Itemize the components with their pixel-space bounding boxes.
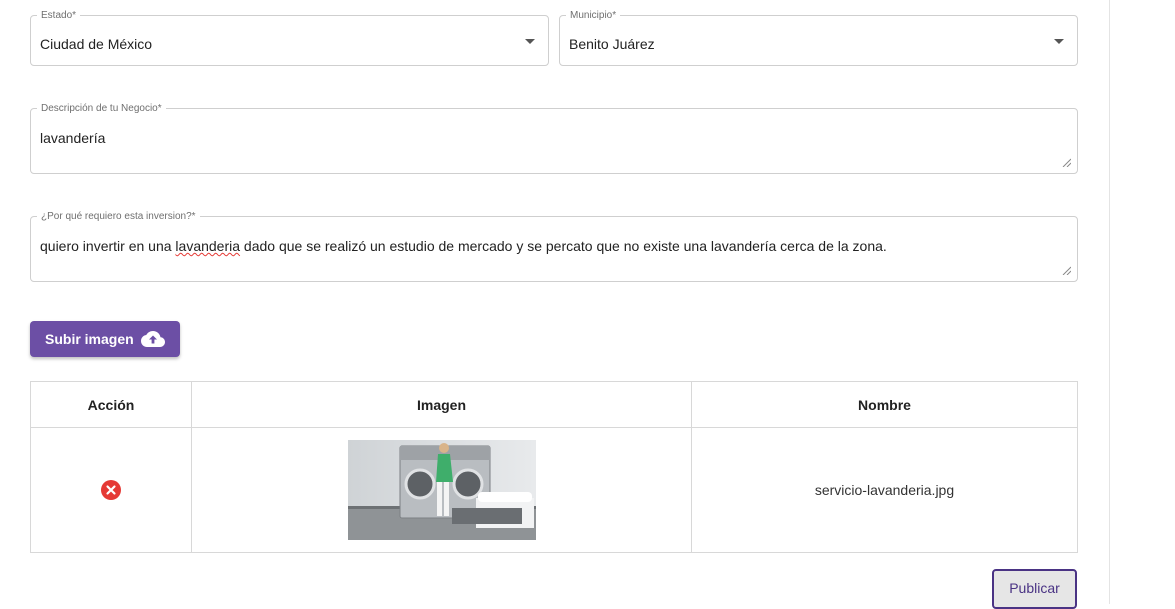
header-nombre: Nombre [691, 381, 1078, 428]
chevron-down-icon[interactable] [525, 39, 535, 44]
razon-text-before: quiero invertir en una [40, 238, 176, 254]
publish-button[interactable]: Publicar [992, 569, 1077, 609]
razon-label: ¿Por qué requiero esta inversion?* [37, 211, 200, 223]
right-divider [1109, 0, 1110, 604]
cell-nombre: servicio-lavanderia.jpg [691, 427, 1078, 553]
header-accion: Acción [30, 381, 192, 428]
chevron-down-icon[interactable] [1054, 39, 1064, 44]
estado-value: Ciudad de México [40, 36, 153, 52]
upload-button-label: Subir imagen [45, 331, 134, 347]
descripcion-value: lavandería [40, 130, 106, 146]
table-header-row: Acción Imagen Nombre [30, 381, 1078, 428]
misspelled-word: lavanderia [175, 238, 241, 254]
estado-label: Estado* [37, 10, 81, 22]
table-row: servicio-lavanderia.jpg [30, 427, 1078, 553]
razon-value: quiero invertir en una lavanderia dado q… [40, 238, 887, 254]
resize-handle-icon[interactable] [1061, 265, 1071, 275]
municipio-select[interactable]: Municipio* Benito Juárez [559, 10, 1078, 66]
delete-icon[interactable] [101, 480, 121, 500]
resize-handle-icon[interactable] [1061, 157, 1071, 167]
cell-accion [30, 427, 192, 553]
header-imagen: Imagen [191, 381, 692, 428]
laundry-photo [347, 440, 536, 540]
cell-imagen [191, 427, 692, 553]
razon-text-after: dado que se realizó un estudio de mercad… [240, 238, 887, 254]
cloud-upload-icon [141, 331, 165, 347]
images-table: Acción Imagen Nombre servicio-lavanderia… [30, 381, 1078, 553]
estado-select[interactable]: Estado* Ciudad de México [30, 10, 549, 66]
municipio-label: Municipio* [566, 10, 621, 22]
descripcion-label: Descripción de tu Negocio* [37, 103, 166, 115]
razon-textarea[interactable]: ¿Por qué requiero esta inversion?* quier… [30, 211, 1078, 282]
descripcion-textarea[interactable]: Descripción de tu Negocio* lavandería [30, 103, 1078, 174]
upload-image-button[interactable]: Subir imagen [30, 321, 180, 357]
municipio-value: Benito Juárez [569, 36, 655, 52]
